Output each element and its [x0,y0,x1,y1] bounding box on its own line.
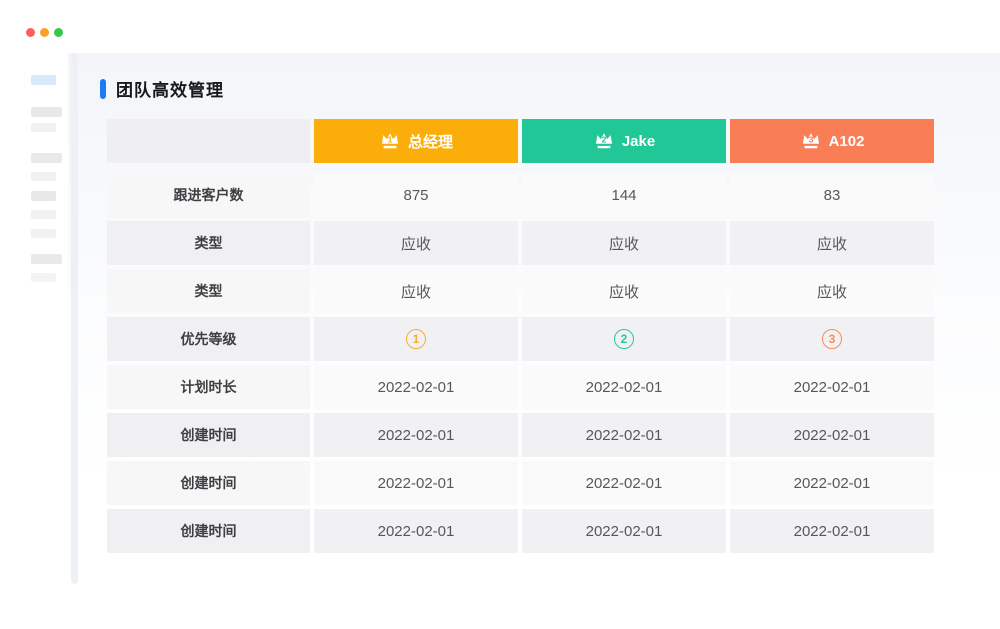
row-label-cell: 创建时间 [107,461,310,505]
sidebar [31,0,71,629]
value-cell: 2022-02-01 [730,461,934,505]
value-cell: 2022-02-01 [730,413,934,457]
priority-badge: 3 [822,329,842,349]
sidebar-placeholder-bar [31,172,56,181]
row-label-cell: 跟进客户数 [107,173,310,217]
column-header[interactable]: 2 Jake [522,119,726,163]
priority-badge: 2 [614,329,634,349]
value-cell: 2 [522,317,726,361]
value-cell: 2022-02-01 [522,413,726,457]
value-cell: 应收 [522,221,726,265]
crown-icon: 3 [800,131,822,151]
team-comparison-table: 1 总经理 2 Jake 3 A102 跟进客户数 87514483 类型 应收… [107,119,934,553]
value-cell: 144 [522,173,726,217]
crown-icon: 1 [379,131,401,151]
table-row: 创建时间 2022-02-012022-02-012022-02-01 [107,413,934,457]
value-cell: 1 [314,317,518,361]
row-label-cell: 计划时长 [107,365,310,409]
table-body: 跟进客户数 87514483 类型 应收应收应收 类型 应收应收应收 优先等级 … [107,173,934,553]
table-row: 类型 应收应收应收 [107,221,934,265]
sidebar-placeholder-bar [31,123,56,132]
value-cell: 应收 [314,221,518,265]
value-cell: 875 [314,173,518,217]
row-label-cell: 创建时间 [107,413,310,457]
value-cell: 2022-02-01 [730,509,934,553]
main-panel: 团队高效管理 1 总经理 2 Jake 3 A102 跟进客户数 8751448… [68,53,1000,629]
sidebar-placeholder-bar [31,254,62,264]
row-label-cell: 优先等级 [107,317,310,361]
title-accent-bar [100,79,106,99]
corner-cell [107,119,310,163]
value-cell: 2022-02-01 [522,509,726,553]
table-header-row: 1 总经理 2 Jake 3 A102 [107,119,934,163]
crown-icon: 2 [593,131,615,151]
svg-text:1: 1 [388,135,393,145]
table-row: 类型 应收应收应收 [107,269,934,313]
value-cell: 应收 [730,221,934,265]
svg-text:3: 3 [808,135,813,145]
table-row: 计划时长 2022-02-012022-02-012022-02-01 [107,365,934,409]
value-cell: 3 [730,317,934,361]
panel-scrollbar[interactable] [71,53,78,584]
row-label-cell: 类型 [107,221,310,265]
value-cell: 2022-02-01 [314,509,518,553]
row-label-cell: 类型 [107,269,310,313]
table-row: 创建时间 2022-02-012022-02-012022-02-01 [107,461,934,505]
column-header[interactable]: 3 A102 [730,119,934,163]
value-cell: 2022-02-01 [314,413,518,457]
sidebar-placeholder-bar [31,153,62,163]
sidebar-placeholder-bar [31,210,56,219]
column-header-label: Jake [622,133,655,150]
page-title-block: 团队高效管理 [100,76,224,101]
value-cell: 应收 [730,269,934,313]
page-title: 团队高效管理 [116,76,224,101]
value-cell: 2022-02-01 [314,365,518,409]
svg-text:2: 2 [601,135,606,145]
value-cell: 2022-02-01 [522,365,726,409]
sidebar-placeholder-bar [31,75,56,85]
priority-badge: 1 [406,329,426,349]
value-cell: 2022-02-01 [522,461,726,505]
value-cell: 2022-02-01 [314,461,518,505]
value-cell: 2022-02-01 [730,365,934,409]
table-row: 创建时间 2022-02-012022-02-012022-02-01 [107,509,934,553]
table-row: 跟进客户数 87514483 [107,173,934,217]
value-cell: 83 [730,173,934,217]
row-label-cell: 创建时间 [107,509,310,553]
column-header-label: 总经理 [408,131,453,152]
sidebar-placeholder-bar [31,273,56,282]
sidebar-placeholder-bar [31,107,62,117]
value-cell: 应收 [522,269,726,313]
column-header[interactable]: 1 总经理 [314,119,518,163]
sidebar-placeholder-bar [31,229,56,238]
sidebar-placeholder-bar [31,191,56,201]
value-cell: 应收 [314,269,518,313]
column-header-label: A102 [829,133,865,150]
table-row: 优先等级 1 2 3 [107,317,934,361]
